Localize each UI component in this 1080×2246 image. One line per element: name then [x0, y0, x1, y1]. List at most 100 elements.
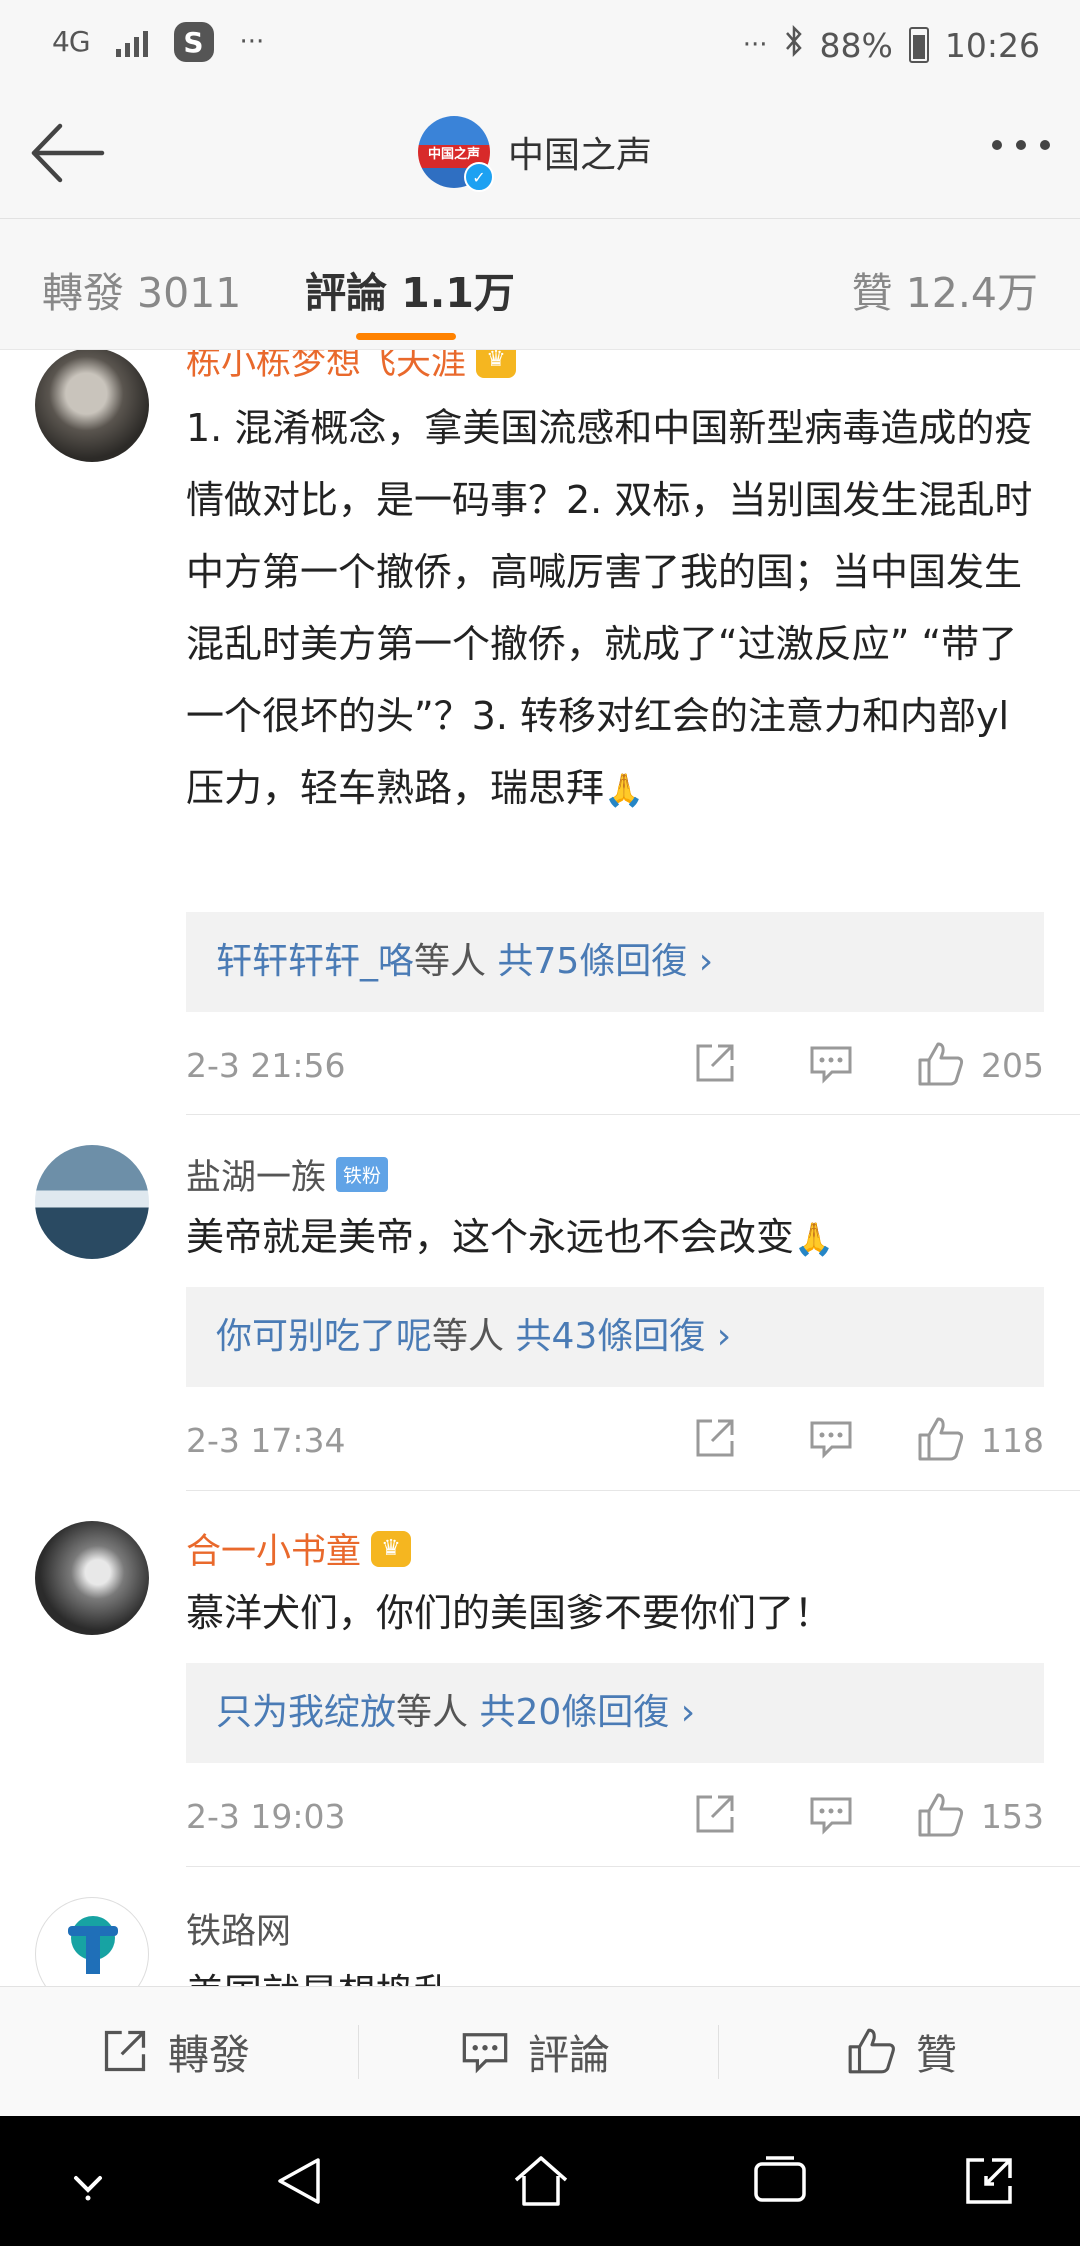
comment-meta: 2-3 21:56 205 [186, 1036, 1044, 1096]
user-avatar[interactable] [35, 350, 149, 462]
bluetooth-icon [784, 24, 804, 66]
comment-divider [186, 1490, 1080, 1491]
verified-badge-icon: ✓ [464, 162, 494, 192]
signal-icon [115, 27, 148, 57]
comment-text: 1. 混淆概念，拿美国流感和中国新型病毒造成的疫情做对比，是一码事？2. 双标，… [186, 392, 1046, 826]
back-arrow-icon[interactable] [28, 118, 108, 188]
app-notification-icon: S [173, 22, 214, 62]
author-name: 栋小栋梦想飞天涯 [186, 350, 467, 383]
tab-comments[interactable]: 評論 1.1万 [305, 259, 515, 319]
reply-count[interactable]: 共75條回復 › [497, 941, 713, 982]
like-icon[interactable] [916, 1415, 966, 1467]
comment-body: 1. 混淆概念，拿美国流感和中国新型病毒造成的疫情做对比，是一码事？2. 双标，… [186, 406, 1033, 810]
share-icon[interactable] [692, 1791, 738, 1841]
reply-users[interactable]: 轩轩轩轩_咯 [216, 941, 414, 982]
comment-time: 2-3 17:34 [186, 1421, 346, 1460]
tab-likes[interactable]: 贊 12.4万 [852, 259, 1038, 319]
status-bar: 4G S ··· ··· 88% 10:26 [0, 0, 1080, 90]
reply-suffix: 等人 [432, 1316, 505, 1357]
user-avatar[interactable] [35, 1521, 149, 1635]
comment-author[interactable]: 盐湖一族 铁粉 [186, 1149, 389, 1200]
comment-body: 美国就是想捣乱 [186, 1971, 452, 1986]
like-icon [848, 2028, 895, 2074]
avatar-logo-text: 中国之声 [427, 146, 480, 162]
comment-text: 美国就是想捣乱 [186, 1957, 1046, 1986]
reply-count[interactable]: 共43條回復 › [515, 1316, 731, 1357]
battery-percent: 88% [819, 25, 893, 65]
comment-time: 2-3 19:03 [186, 1797, 346, 1836]
reply-icon[interactable] [808, 1791, 854, 1841]
comment-button[interactable]: 評論 [460, 2021, 610, 2081]
reply-preview[interactable]: 轩轩轩轩_咯等人 共75條回復 › [186, 912, 1044, 1012]
reply-users[interactable]: 你可别吃了呢 [216, 1316, 432, 1357]
author-name: 铁路网 [186, 1912, 292, 1952]
system-navigation-bar [0, 2116, 1080, 2246]
author-name: 盐湖一族 [186, 1158, 327, 1198]
repost-button[interactable]: 轉發 [100, 2021, 250, 2081]
clasp-hands-emoji-icon: 🙏 [794, 1220, 834, 1258]
comment-icon [462, 2033, 508, 2074]
user-avatar[interactable] [35, 1897, 149, 1986]
comment-list[interactable]: 栋小栋梦想飞天涯 ♛ 1. 混淆概念，拿美国流感和中国新型病毒造成的疫情做对比，… [0, 350, 1080, 1986]
like-icon[interactable] [916, 1791, 966, 1843]
reply-icon[interactable] [808, 1040, 854, 1090]
clock: 10:26 [944, 25, 1040, 65]
bottom-action-bar: 轉發 評論 贊 [0, 1986, 1080, 2117]
separator [718, 2025, 719, 2079]
reply-suffix: 等人 [396, 1692, 469, 1733]
page-title: 中国之声 [508, 135, 653, 176]
user-avatar[interactable] [35, 1145, 149, 1259]
comment-text: 慕洋犬们，你们的美国爹不要你们了！ [186, 1577, 1046, 1649]
comment-author[interactable]: 合一小书童 ♛ [186, 1523, 412, 1574]
hide-keyboard-icon[interactable] [66, 2164, 110, 2208]
fan-badge: 铁粉 [336, 1157, 389, 1192]
active-tab-indicator [356, 333, 456, 340]
clasp-hands-emoji-icon: 🙏 [604, 771, 644, 809]
tab-reposts[interactable]: 轉發 3011 [42, 259, 241, 319]
reply-preview[interactable]: 你可别吃了呢等人 共43條回復 › [186, 1287, 1044, 1387]
network-type: 4G [52, 25, 91, 58]
like-button[interactable]: 贊 [846, 2021, 957, 2081]
comment-divider [186, 1866, 1080, 1867]
comment-text: 美帝就是美帝，这个永远也不会改变🙏 [186, 1201, 1046, 1275]
like-count: 205 [981, 1046, 1044, 1085]
comment-label: 評論 [528, 2031, 610, 2079]
comment-meta: 2-3 17:34 118 [186, 1411, 1044, 1471]
top-app-bar: 中国之声 ✓ 中国之声 [0, 90, 1080, 219]
repost-label: 轉發 [168, 2031, 250, 2079]
share-icon[interactable] [692, 1415, 738, 1465]
reply-count[interactable]: 共20條回復 › [479, 1692, 695, 1733]
crown-icon: ♛ [371, 1530, 412, 1567]
comment-author[interactable]: 栋小栋梦想飞天涯 ♛ [186, 350, 517, 385]
comment-author[interactable]: 铁路网 [186, 1903, 291, 1954]
like-label: 贊 [916, 2031, 957, 2079]
battery-icon [908, 27, 929, 63]
comment-body: 慕洋犬们，你们的美国爹不要你们了！ [186, 1591, 833, 1635]
author-name: 合一小书童 [186, 1532, 362, 1572]
like-icon[interactable] [916, 1040, 966, 1092]
like-count: 153 [981, 1797, 1044, 1836]
home-nav-icon[interactable] [512, 2154, 570, 2212]
more-options-icon[interactable] [992, 140, 1050, 150]
back-nav-icon[interactable] [274, 2154, 324, 2212]
recent-apps-icon[interactable] [752, 2154, 808, 2212]
crown-icon: ♛ [476, 350, 517, 378]
comment-time: 2-3 21:56 [186, 1046, 346, 1085]
reply-icon[interactable] [808, 1415, 854, 1465]
tab-bar: 轉發 3011 評論 1.1万 贊 12.4万 [0, 219, 1080, 350]
comment-divider [186, 1114, 1080, 1115]
share-icon[interactable] [692, 1040, 738, 1090]
repost-icon [104, 2030, 146, 2072]
comment-meta: 2-3 19:03 153 [186, 1787, 1044, 1847]
notification-more: ··· [239, 27, 265, 57]
reply-users[interactable]: 只为我绽放 [216, 1692, 396, 1733]
screenshot-expand-icon[interactable] [962, 2154, 1016, 2212]
like-count: 118 [981, 1421, 1044, 1460]
status-more: ··· [742, 30, 768, 60]
comment-body: 美帝就是美帝，这个永远也不会改变 [186, 1215, 795, 1259]
account-avatar[interactable]: 中国之声 ✓ [418, 116, 494, 192]
separator [358, 2025, 359, 2079]
reply-preview[interactable]: 只为我绽放等人 共20條回復 › [186, 1663, 1044, 1763]
account-header[interactable]: 中国之声 ✓ 中国之声 [418, 116, 653, 192]
reply-suffix: 等人 [414, 941, 487, 982]
